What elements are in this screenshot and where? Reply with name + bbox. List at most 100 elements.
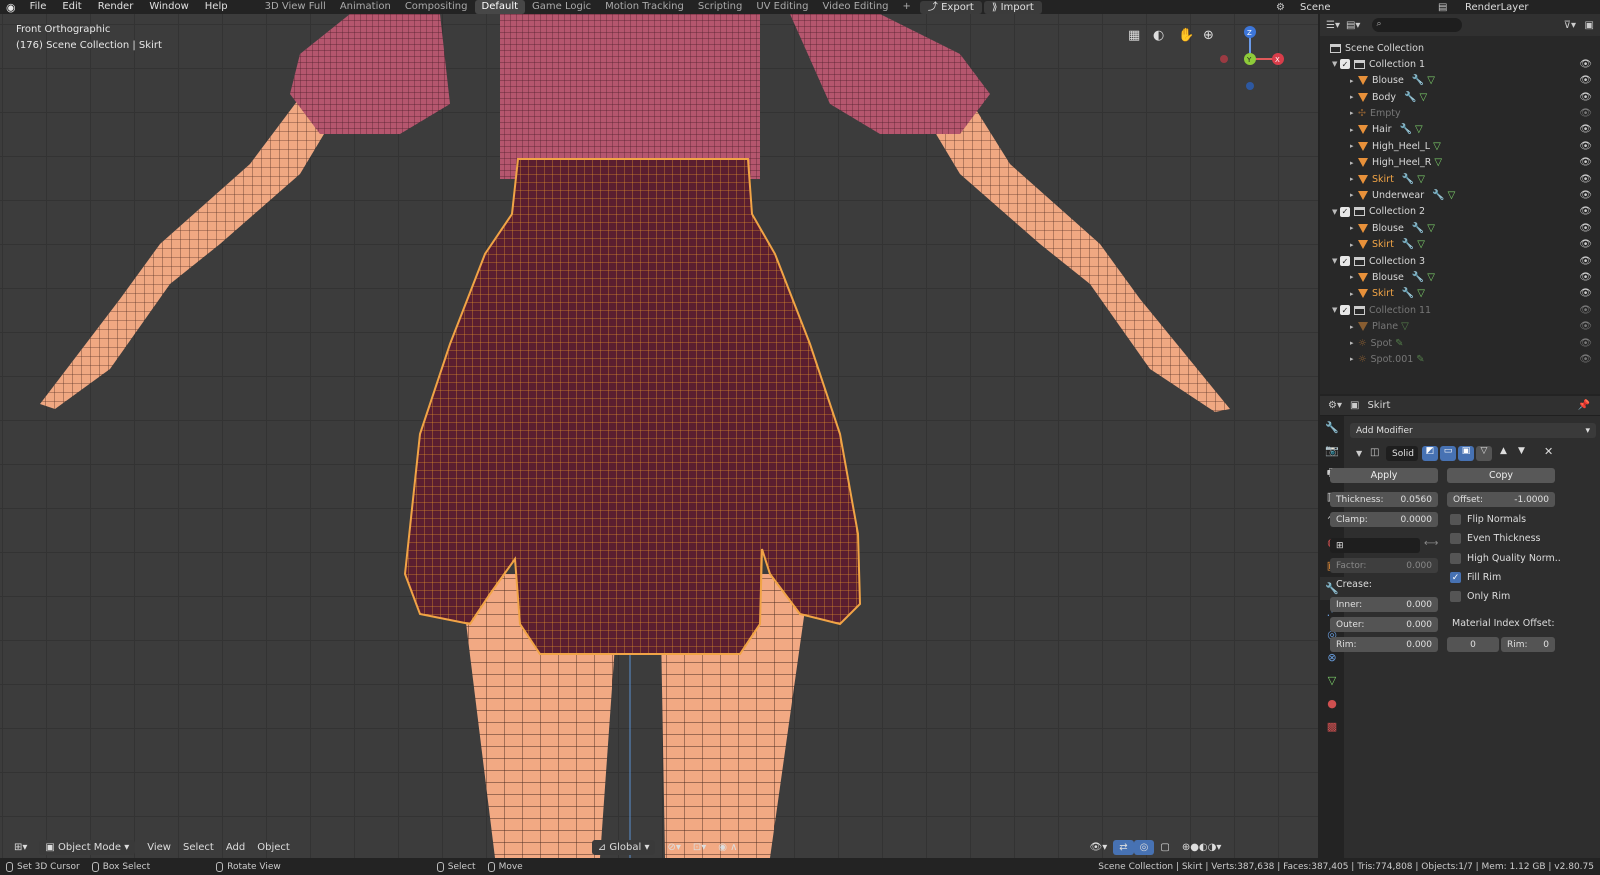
outliner-search-input[interactable]: ⌕	[1372, 18, 1463, 32]
expand-triangle-icon[interactable]: ▸	[1350, 273, 1358, 281]
copy-button[interactable]: Copy	[1447, 468, 1555, 483]
modifier-wrench-icon[interactable]: 🔧	[1432, 190, 1444, 201]
tab-scripting[interactable]: Scripting	[691, 0, 749, 14]
tab-3d-view-full[interactable]: 3D View Full	[258, 0, 333, 14]
modifier-wrench-icon[interactable]: 🔧	[1402, 174, 1414, 185]
outliner-item[interactable]: ▸ Underwear 🔧 ▽ 👁	[1320, 187, 1600, 204]
eye-icon[interactable]: 👁	[1579, 354, 1592, 365]
outliner-collection[interactable]: ▼ ✓ Collection 1 👁	[1320, 56, 1600, 73]
outliner-item[interactable]: ▸ Hair 🔧 ▽ 👁	[1320, 122, 1600, 139]
editor-type-icon[interactable]: ⊞▾	[8, 840, 33, 855]
expand-triangle-icon[interactable]: ▸	[1350, 159, 1358, 167]
tab-game-logic[interactable]: Game Logic	[525, 0, 598, 14]
add-menu[interactable]: Add	[220, 840, 251, 855]
eye-icon[interactable]: 👁	[1579, 108, 1592, 119]
shading-modes-icon[interactable]: ⊕●◐◑▾	[1176, 840, 1228, 855]
outliner-editor-icon[interactable]: ☰▾	[1326, 20, 1340, 31]
mesh-data-icon[interactable]: ▽	[1434, 157, 1442, 168]
pivot-icon[interactable]: ⊘▾	[661, 840, 686, 855]
expand-triangle-icon[interactable]: ▼	[1332, 306, 1340, 314]
material-index-field[interactable]: 0	[1447, 637, 1499, 652]
pan-hand-icon[interactable]: ✋	[1178, 28, 1194, 43]
tab-animation[interactable]: Animation	[333, 0, 398, 14]
modifier-wrench-icon[interactable]: 🔧	[1402, 239, 1414, 250]
view-menu[interactable]: View	[141, 840, 177, 855]
outliner-item[interactable]: ▸ High_Heel_R ▽ 👁	[1320, 154, 1600, 171]
expand-triangle-icon[interactable]: ▸	[1350, 355, 1358, 363]
expand-triangle-icon[interactable]: ▸	[1350, 175, 1358, 183]
eye-icon[interactable]: 👁	[1579, 272, 1592, 283]
factor-field[interactable]: Factor: 0.000	[1330, 558, 1438, 573]
modifier-wrench-icon[interactable]: 🔧	[1404, 92, 1416, 103]
outliner-item[interactable]: ▸ Skirt 🔧 ▽ 👁	[1320, 236, 1600, 253]
eye-icon[interactable]: 👁	[1579, 141, 1592, 152]
modifier-wrench-icon[interactable]: 🔧	[1402, 288, 1414, 299]
outliner-collection[interactable]: ▼ ✓ Collection 2 👁	[1320, 204, 1600, 221]
eye-icon[interactable]: 👁	[1579, 256, 1592, 267]
exclude-checkbox[interactable]: ✓	[1340, 305, 1350, 316]
light-data-icon[interactable]: ✎	[1416, 354, 1424, 365]
inner-field[interactable]: Inner: 0.000	[1330, 597, 1438, 612]
snap-icon[interactable]: ⊡▾	[687, 840, 712, 855]
eye-icon[interactable]: 👁	[1579, 59, 1592, 70]
invert-vertex-group-icon[interactable]: ⟷	[1424, 538, 1438, 549]
render-layer-icon[interactable]: ▤	[1438, 2, 1447, 13]
modifier-wrench-icon[interactable]: 🔧	[1412, 75, 1424, 86]
exclude-checkbox[interactable]: ✓	[1340, 206, 1350, 217]
move-down-icon[interactable]: ▼	[1518, 446, 1525, 456]
expand-triangle-icon[interactable]: ▸	[1350, 77, 1358, 85]
outliner-item[interactable]: ▸ Blouse 🔧 ▽ 👁	[1320, 269, 1600, 286]
outliner-item[interactable]: ▸ Blouse 🔧 ▽ 👁	[1320, 72, 1600, 89]
zoom-icon[interactable]: ⊕	[1203, 28, 1214, 43]
material-rim-field[interactable]: Rim: 0	[1501, 637, 1555, 652]
outliner-item[interactable]: ▸ Body 🔧 ▽ 👁	[1320, 89, 1600, 106]
expand-triangle-icon[interactable]: ▸	[1350, 323, 1358, 331]
mesh-data-icon[interactable]: ▽	[1415, 124, 1423, 135]
tab-uv-editing[interactable]: UV Editing	[749, 0, 815, 14]
tool-tab-icon[interactable]: 🔧	[1320, 416, 1344, 439]
menu-window[interactable]: Window	[141, 0, 196, 14]
tab-video-editing[interactable]: Video Editing	[816, 0, 896, 14]
eye-icon[interactable]: 👁	[1579, 75, 1592, 86]
material-tab-icon[interactable]: ●	[1320, 692, 1344, 715]
expand-triangle-icon[interactable]: ▼	[1332, 257, 1340, 265]
modifier-wrench-icon[interactable]: 🔧	[1412, 272, 1424, 283]
eye-icon[interactable]: 👁	[1579, 206, 1592, 217]
render-toggle-icon[interactable]: ▣	[1458, 446, 1474, 461]
offset-field[interactable]: Offset: -1.0000	[1447, 492, 1555, 507]
proportional-edit-icon[interactable]: ◉ ∧	[712, 840, 743, 855]
menu-file[interactable]: File	[22, 0, 55, 14]
eye-icon[interactable]: 👁	[1579, 190, 1592, 201]
visibility-icon[interactable]: 👁▾	[1084, 840, 1114, 855]
flip-normals-checkbox[interactable]: Flip Normals	[1450, 514, 1526, 525]
expand-triangle-icon[interactable]: ▸	[1350, 224, 1358, 232]
outliner-item[interactable]: ▸ High_Heel_L ▽ 👁	[1320, 138, 1600, 155]
expand-triangle-icon[interactable]: ▼	[1332, 60, 1340, 68]
expand-triangle-icon[interactable]: ▸	[1350, 109, 1358, 117]
mesh-data-icon[interactable]: ▽	[1448, 190, 1456, 201]
mesh-data-icon[interactable]: ▽	[1433, 141, 1441, 152]
scene-icon[interactable]: ⚙	[1276, 2, 1285, 13]
outliner-item[interactable]: ▸ ☼ Spot.001 ✎ 👁	[1320, 351, 1600, 368]
data-tab-icon[interactable]: ▽	[1320, 669, 1344, 692]
display-mode-icon[interactable]: ▤▾	[1346, 20, 1360, 31]
mesh-data-icon[interactable]: ▽	[1401, 321, 1409, 332]
mesh-data-icon[interactable]: ▽	[1427, 223, 1435, 234]
close-icon[interactable]: ✕	[1544, 445, 1553, 458]
add-workspace-button[interactable]: +	[896, 0, 918, 14]
export-button[interactable]: ⤴ Export	[919, 0, 982, 14]
pin-icon[interactable]: 📌	[1578, 400, 1590, 411]
menu-edit[interactable]: Edit	[54, 0, 89, 14]
expand-triangle-icon[interactable]: ▸	[1350, 191, 1358, 199]
select-menu[interactable]: Select	[177, 840, 220, 855]
menu-help[interactable]: Help	[197, 0, 236, 14]
realtime-toggle-icon[interactable]: ▭	[1440, 446, 1456, 461]
collapse-modifier-icon[interactable]: ▼	[1356, 449, 1362, 458]
object-menu[interactable]: Object	[251, 840, 296, 855]
filter-icon[interactable]: ⊽▾	[1564, 20, 1576, 31]
eye-icon[interactable]: 👁	[1579, 174, 1592, 185]
expand-triangle-icon[interactable]: ▸	[1350, 126, 1358, 134]
mesh-data-icon[interactable]: ▽	[1427, 272, 1435, 283]
mesh-data-icon[interactable]: ▽	[1417, 288, 1425, 299]
cage-toggle-icon[interactable]: ▽	[1476, 446, 1492, 461]
